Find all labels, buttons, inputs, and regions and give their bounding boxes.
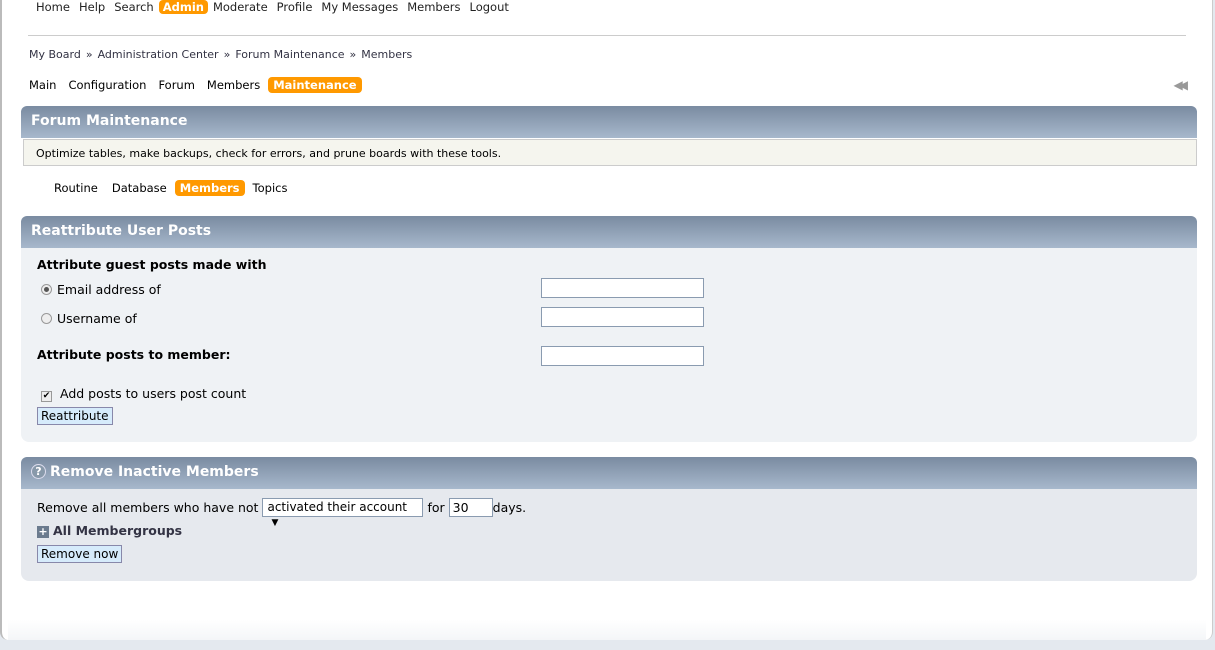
divider: [28, 35, 1186, 36]
admin-nav: Main Configuration Forum Members Mainten…: [29, 77, 362, 93]
guest-heading: Attribute guest posts made with: [37, 257, 267, 272]
maintenance-description: Optimize tables, make backups, check for…: [23, 139, 1197, 166]
inactive-title: Remove Inactive Members: [50, 464, 259, 480]
reattribute-header: Reattribute User Posts: [21, 216, 1197, 248]
tab-members[interactable]: Members: [207, 78, 260, 92]
reattribute-panel: Attribute guest posts made with Email ad…: [21, 248, 1197, 442]
breadcrumb-separator: »: [349, 48, 357, 61]
email-label: Email address of: [57, 282, 161, 297]
nav-admin[interactable]: Admin: [158, 0, 208, 14]
member-label: Attribute posts to member:: [37, 347, 231, 362]
breadcrumb-separator: »: [85, 48, 93, 61]
tab-topics[interactable]: Topics: [253, 181, 288, 195]
inactive-header: ? Remove Inactive Members: [21, 457, 1197, 489]
forum-maintenance-header: Forum Maintenance: [21, 106, 1197, 138]
username-radio[interactable]: [41, 313, 52, 324]
tab-members-maint[interactable]: Members: [174, 180, 245, 196]
page: Home Help Search Admin Moderate Profile …: [0, 0, 1213, 640]
username-input[interactable]: [541, 307, 704, 327]
username-label: Username of: [57, 311, 137, 326]
for-text: for: [427, 500, 445, 515]
tab-database[interactable]: Database: [112, 181, 167, 195]
maintenance-tabs: Routine Database Members Topics: [54, 180, 301, 196]
tab-main[interactable]: Main: [29, 78, 56, 92]
nav-help[interactable]: Help: [75, 0, 109, 14]
member-input[interactable]: [541, 346, 704, 366]
breadcrumb-board[interactable]: My Board: [29, 48, 81, 61]
nav-logout[interactable]: Logout: [466, 0, 513, 14]
breadcrumb-separator: »: [223, 48, 231, 61]
days-input[interactable]: 30: [448, 498, 493, 517]
criteria-select[interactable]: activated their account ▼: [262, 498, 424, 528]
help-icon[interactable]: ?: [31, 464, 46, 479]
breadcrumb-admin[interactable]: Administration Center: [98, 48, 219, 61]
tab-configuration[interactable]: Configuration: [68, 78, 146, 92]
nav-moderate[interactable]: Moderate: [209, 0, 272, 14]
tab-routine[interactable]: Routine: [54, 181, 98, 195]
nav-profile[interactable]: Profile: [273, 0, 317, 14]
breadcrumb-members[interactable]: Members: [361, 48, 412, 61]
collapse-icon[interactable]: ◀◀: [1174, 78, 1189, 92]
nav-search[interactable]: Search: [110, 0, 158, 14]
reattribute-button[interactable]: Reattribute: [37, 407, 113, 425]
inactive-panel: Remove all members who have not activate…: [21, 489, 1197, 581]
breadcrumb-maintenance[interactable]: Forum Maintenance: [235, 48, 344, 61]
breadcrumb: My Board » Administration Center » Forum Mai…: [29, 48, 412, 61]
tab-forum[interactable]: Forum: [158, 78, 194, 92]
remove-now-button[interactable]: Remove now: [37, 545, 123, 563]
top-nav: Home Help Search Admin Moderate Profile …: [32, 0, 514, 14]
dropdown-arrow-icon: ▼: [271, 518, 279, 528]
days-text: days.: [492, 500, 527, 515]
tab-maintenance[interactable]: Maintenance: [268, 77, 362, 93]
email-input[interactable]: [541, 278, 704, 298]
add-count-checkbox[interactable]: ✔: [41, 391, 52, 402]
email-radio[interactable]: [41, 284, 52, 295]
expand-icon[interactable]: +: [37, 526, 49, 538]
nav-members[interactable]: Members: [403, 0, 464, 14]
nav-home[interactable]: Home: [32, 0, 74, 14]
criteria-value: activated their account: [267, 500, 408, 514]
membergroups-label[interactable]: All Membergroups: [53, 523, 182, 538]
add-count-label: Add posts to users post count: [60, 386, 247, 401]
remove-text: Remove all members who have not: [37, 500, 259, 515]
nav-messages[interactable]: My Messages: [317, 0, 402, 14]
